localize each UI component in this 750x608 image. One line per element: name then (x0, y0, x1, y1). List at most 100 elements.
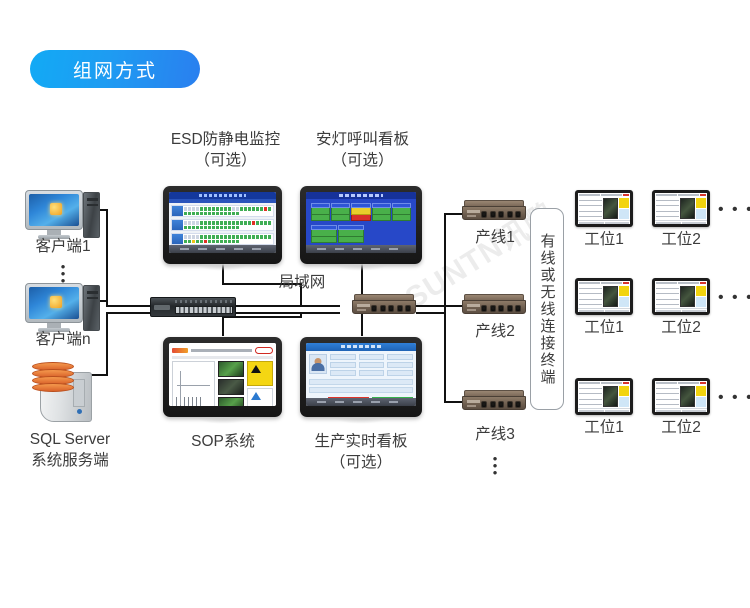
sop-photo (217, 361, 244, 377)
footer-line (681, 310, 706, 312)
router-port (515, 401, 521, 408)
sop-lines (656, 198, 679, 219)
andon-cell-mid (338, 230, 364, 237)
router-port (489, 211, 496, 218)
esd-status-cell (212, 239, 215, 243)
esd-row (171, 233, 274, 245)
andon-cell (338, 225, 364, 243)
line3-label: 产线3 (475, 426, 515, 443)
footer-line (579, 310, 604, 312)
esd-status-cell (212, 225, 215, 229)
router-port (379, 305, 386, 312)
esd-status-cell (224, 211, 227, 215)
esd-status-cell (192, 207, 195, 211)
dash-field (358, 370, 385, 376)
router-brand (467, 400, 480, 403)
footer-line (579, 222, 604, 224)
monitor-screen (29, 287, 79, 319)
sop-line (579, 403, 602, 405)
esd-status-cell (232, 207, 235, 211)
esd-status-cell (192, 221, 195, 225)
sop-line (579, 388, 602, 390)
esd-status-cell (264, 207, 267, 211)
esd-status-cell (212, 211, 215, 215)
esd-monitor-panel (163, 186, 282, 271)
info-sign-icon (696, 209, 706, 219)
workstation-label: 工位2 (661, 231, 701, 248)
esd-title: ESD防静电监控 （可选） (163, 130, 288, 172)
esd-status-cell (252, 221, 255, 225)
andon-group (311, 203, 412, 221)
header-line (678, 382, 699, 384)
client-ellipsis: • • • (53, 260, 73, 288)
esd-status-cell (220, 225, 223, 229)
esd-status-cell (196, 235, 199, 239)
header-line (601, 382, 622, 384)
warning-sign-icon (619, 286, 629, 296)
esd-status-cell (260, 235, 263, 239)
esd-status-cell (188, 211, 191, 215)
esd-status-cell (240, 207, 243, 211)
dash-field-row (330, 354, 414, 360)
switch-leds (175, 300, 233, 303)
tablet-screen-footer (578, 308, 630, 312)
esd-status-cell (204, 225, 207, 229)
workstation-tablet-icon (575, 278, 633, 315)
esd-status-cell (236, 239, 239, 243)
sop-lines (579, 198, 602, 219)
dash-field (387, 354, 414, 360)
andon-cell-bottom (331, 215, 351, 221)
sop-line (579, 210, 602, 212)
esd-status-cell (216, 239, 219, 243)
esd-status-cell (256, 221, 259, 225)
router-port (489, 305, 496, 312)
esd-row (171, 205, 274, 217)
header-line (656, 382, 677, 384)
sop-line (579, 200, 602, 202)
esd-status-cell (208, 207, 211, 211)
rack-switch-icon (150, 297, 236, 317)
warning-sign-icon (247, 361, 273, 386)
panel-screen (306, 343, 416, 406)
section-badge-label: 组网方式 (72, 60, 157, 82)
header-line (579, 282, 600, 284)
esd-status-cell (184, 207, 187, 211)
andon-group (311, 225, 411, 243)
info-sign-icon (619, 209, 629, 219)
dash-row (309, 387, 413, 393)
sop-line (656, 388, 679, 390)
dash-field (330, 370, 356, 376)
esd-status-cell (228, 239, 231, 243)
router-ports (481, 304, 521, 313)
panel-stand (195, 264, 250, 271)
esd-status-cell (212, 221, 215, 225)
esd-status-cell (216, 207, 219, 211)
esd-status-cell (264, 235, 267, 239)
andon-cell (391, 203, 412, 221)
router-port (506, 401, 513, 408)
dashboard-title: 生产实时看板 （可选） (300, 432, 422, 474)
esd-status-cell (204, 239, 207, 243)
sop-line (656, 205, 679, 207)
line-ellipsis: • • • (485, 452, 505, 480)
workstation-ellipsis: • • • (718, 389, 750, 406)
sop-line (579, 303, 602, 305)
esd-status-cell (212, 235, 215, 239)
footer-line (656, 410, 681, 412)
esd-status-cell (200, 239, 203, 243)
dash-field-row (330, 370, 414, 376)
dash-field (330, 354, 356, 360)
esd-status-cell (224, 239, 227, 243)
dash-titlebar (306, 343, 416, 351)
esd-status-cell (208, 211, 211, 215)
sop-line (656, 303, 679, 305)
esd-status-cell (220, 221, 223, 225)
tablet-screen-footer (655, 408, 707, 412)
esd-status-cell (200, 211, 203, 215)
esd-status-cell (220, 207, 223, 211)
tablet-screen (655, 381, 707, 412)
header-line (678, 282, 699, 284)
esd-status-cell (260, 207, 263, 211)
esd-status-cell (224, 207, 227, 211)
esd-status-cell (200, 207, 203, 211)
